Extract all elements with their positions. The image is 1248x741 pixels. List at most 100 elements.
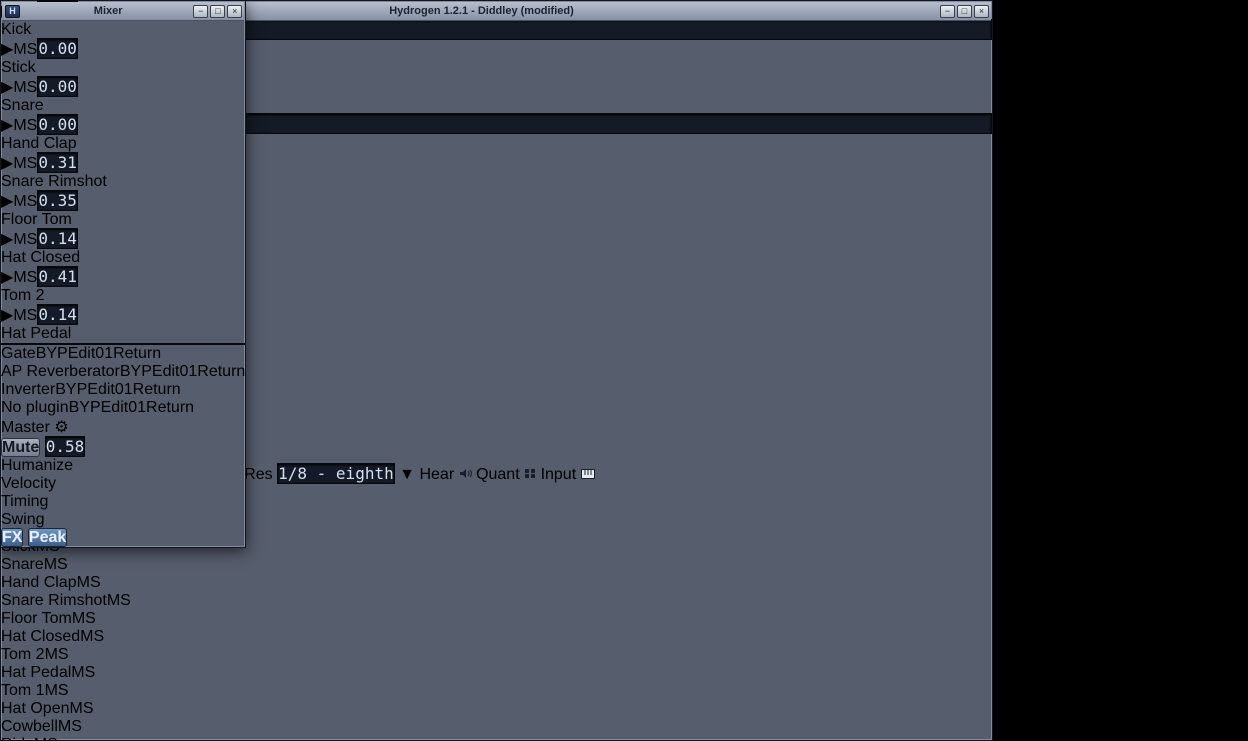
instrument-solo-button[interactable]: S xyxy=(85,664,96,681)
instrument-name-label: Tom 2 xyxy=(1,646,45,663)
minimize-button[interactable]: − xyxy=(940,4,955,18)
close-button[interactable]: × xyxy=(227,4,243,18)
instrument-mute-button[interactable]: M xyxy=(72,610,85,627)
instrument-solo-button[interactable]: S xyxy=(71,718,82,735)
instrument-solo-button[interactable]: S xyxy=(85,610,96,627)
instrument-row[interactable]: Snare RimshotMS xyxy=(1,592,992,610)
channel-play-button[interactable]: ▶ xyxy=(1,41,13,58)
channel-play-button[interactable]: ▶ xyxy=(1,269,13,286)
channel-mute-button[interactable]: M xyxy=(13,269,26,286)
instrument-solo-button[interactable]: S xyxy=(58,682,69,699)
close-button[interactable]: × xyxy=(974,4,989,18)
channel-solo-button[interactable]: S xyxy=(27,307,38,324)
fx-edit-button[interactable]: Edit xyxy=(101,399,129,416)
instrument-mute-button[interactable]: M xyxy=(44,556,57,573)
maximize-button[interactable]: □ xyxy=(210,4,226,18)
instrument-row[interactable]: Tom 1MS xyxy=(1,682,992,700)
instrument-solo-button[interactable]: S xyxy=(120,592,131,609)
channel-peak-display: 0.00 xyxy=(37,38,78,59)
channel-play-button[interactable]: ▶ xyxy=(1,117,13,134)
instrument-mute-button[interactable]: M xyxy=(69,700,82,717)
swing-knob[interactable]: Swing xyxy=(1,511,245,529)
master-peak-button[interactable]: Peak xyxy=(27,528,68,547)
channel-play-button[interactable]: ▶ xyxy=(1,193,13,210)
instrument-row[interactable]: SnareMS xyxy=(1,556,992,574)
minimize-button[interactable]: − xyxy=(193,4,209,18)
hear-notes-button[interactable] xyxy=(459,466,476,483)
channel-solo-button[interactable]: S xyxy=(27,193,38,210)
master-mute-button[interactable]: Mute xyxy=(1,438,41,457)
fx-name-display[interactable]: No plugin xyxy=(1,399,69,416)
knob-min-label: 0 xyxy=(128,399,138,416)
instrument-solo-button[interactable]: S xyxy=(47,736,58,741)
channel-play-button[interactable]: ▶ xyxy=(1,79,13,96)
channel-solo-button[interactable]: S xyxy=(27,269,38,286)
instrument-row[interactable]: Hat OpenMS xyxy=(1,700,992,718)
instrument-mute-button[interactable]: M xyxy=(71,664,84,681)
channel-fader-zone: Tom 2 xyxy=(1,287,245,305)
instrument-row[interactable]: Floor TomMS xyxy=(1,610,992,628)
input-mode-button[interactable] xyxy=(580,466,595,483)
fx-bypass-button[interactable]: BYP xyxy=(36,345,68,362)
quantize-button[interactable] xyxy=(524,466,540,483)
channel-solo-button[interactable]: S xyxy=(27,41,38,58)
channel-mute-button[interactable]: M xyxy=(13,193,26,210)
channel-mute-button[interactable]: M xyxy=(13,231,26,248)
fx-bypass-button[interactable]: BYP xyxy=(120,363,152,380)
resolution-select[interactable]: 1/8 - eighth ▼ xyxy=(277,463,419,484)
instrument-row[interactable]: RideMS xyxy=(1,736,992,741)
velocity-knob-label: Velocity xyxy=(1,475,57,492)
channel-solo-button[interactable]: S xyxy=(27,155,38,172)
fx-edit-button[interactable]: Edit xyxy=(152,363,180,380)
channel-play-button[interactable]: ▶ xyxy=(1,155,13,172)
channel-mute-button[interactable]: M xyxy=(13,79,26,96)
fx-return-label: Return xyxy=(197,363,246,380)
fx-bypass-button[interactable]: BYP xyxy=(69,399,101,416)
instrument-solo-button[interactable]: S xyxy=(93,628,104,645)
channel-mute-button[interactable]: M xyxy=(13,307,26,324)
fx-name-display[interactable]: Gate xyxy=(1,345,36,362)
maximize-button[interactable]: □ xyxy=(957,4,972,18)
instrument-row[interactable]: Tom 2MS xyxy=(1,646,992,664)
channel-solo-button[interactable]: S xyxy=(27,231,38,248)
instrument-mute-button[interactable]: M xyxy=(80,628,93,645)
channel-solo-button[interactable]: S xyxy=(27,79,38,96)
channel-solo-button[interactable]: S xyxy=(27,117,38,134)
gear-icon[interactable]: ⚙ xyxy=(54,419,68,436)
fx-name-display[interactable]: Inverter xyxy=(1,381,55,398)
chevron-down-icon[interactable]: ▼ xyxy=(399,466,415,483)
fx-bypass-button[interactable]: BYP xyxy=(55,381,87,398)
channel-mute-button[interactable]: M xyxy=(13,155,26,172)
channel-peak-display: 0.41 xyxy=(37,266,78,287)
instrument-mute-button[interactable]: M xyxy=(45,646,58,663)
knob-min-label: 0 xyxy=(95,345,105,362)
fx-edit-button[interactable]: Edit xyxy=(68,345,96,362)
instrument-row[interactable]: CowbellMS xyxy=(1,718,992,736)
humanize-timing-knob[interactable]: Timing xyxy=(1,493,245,511)
channel-mute-button[interactable]: M xyxy=(13,117,26,134)
channel-fader-zone: Stick xyxy=(1,59,245,77)
mixer-titlebar[interactable]: H Mixer − □ × xyxy=(2,2,245,21)
channel-play-button[interactable]: ▶ xyxy=(1,231,13,248)
instrument-row[interactable]: Hat ClosedMS xyxy=(1,628,992,646)
instrument-solo-button[interactable]: S xyxy=(58,646,69,663)
speaker-icon xyxy=(459,469,472,478)
humanize-velocity-knob[interactable]: Velocity xyxy=(1,475,245,493)
channel-mute-button[interactable]: M xyxy=(13,41,26,58)
instrument-mute-button[interactable]: M xyxy=(107,592,120,609)
instrument-row[interactable]: Hat PedalMS xyxy=(1,664,992,682)
instrument-solo-button[interactable]: S xyxy=(83,700,94,717)
mixer-channel-strip: ▶MS0.14 Hat Closed xyxy=(1,228,245,267)
master-fx-button[interactable]: FX xyxy=(1,528,24,547)
instrument-mute-button[interactable]: M xyxy=(34,736,47,741)
instrument-solo-button[interactable]: S xyxy=(57,556,68,573)
instrument-row[interactable]: Hand ClapMS xyxy=(1,574,992,592)
fx-name-display[interactable]: AP Reverberator xyxy=(1,363,120,380)
fx-edit-button[interactable]: Edit xyxy=(87,381,115,398)
channel-play-button[interactable]: ▶ xyxy=(1,307,13,324)
instrument-mute-button[interactable]: M xyxy=(45,682,58,699)
instrument-mute-button[interactable]: M xyxy=(77,574,90,591)
instrument-mute-button[interactable]: M xyxy=(58,718,71,735)
instrument-solo-button[interactable]: S xyxy=(90,574,101,591)
quant-label: Quant xyxy=(476,466,520,483)
